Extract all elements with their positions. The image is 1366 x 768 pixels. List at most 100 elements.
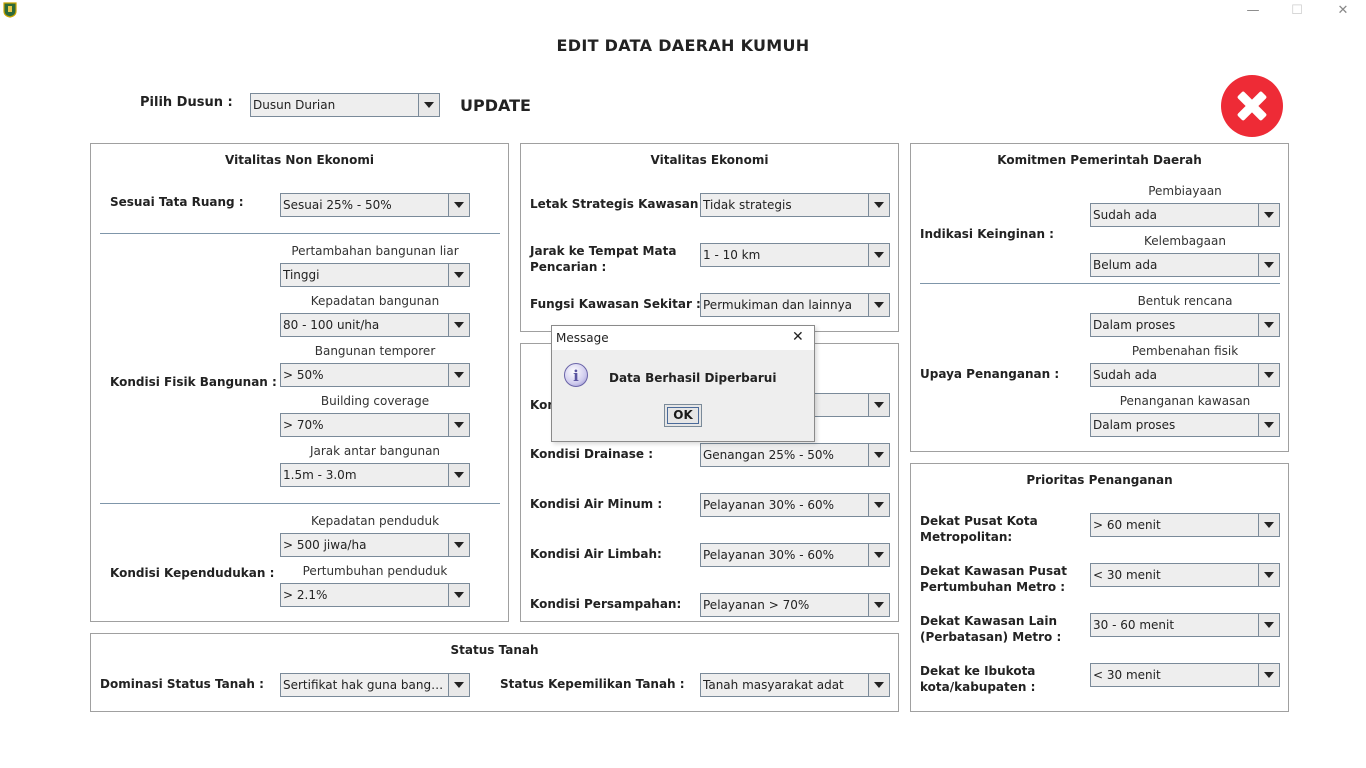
panel-title: Status Tanah <box>450 643 539 657</box>
select-value: < 30 menit <box>1093 668 1161 682</box>
kelembagaan-label: Kelembagaan <box>1144 234 1226 248</box>
kepadatan-select[interactable]: 80 - 100 unit/ha <box>280 313 470 337</box>
kepadatan-penduduk-select[interactable]: > 500 jiwa/ha <box>280 533 470 557</box>
liar-select[interactable]: Tinggi <box>280 263 470 287</box>
status-kepemilikan-select[interactable]: Tanah masyarakat adat <box>700 673 890 697</box>
select-value: Tinggi <box>283 268 320 282</box>
chevron-down-icon[interactable] <box>448 314 469 336</box>
select-value: > 50% <box>283 368 324 382</box>
ok-button[interactable]: OK <box>664 404 702 427</box>
chevron-down-icon[interactable] <box>448 534 469 556</box>
maximize-icon[interactable]: ☐ <box>1285 2 1309 20</box>
chevron-down-icon[interactable] <box>448 364 469 386</box>
dialog-close-icon[interactable]: ✕ <box>792 329 804 345</box>
jarak-mata-pencarian-select[interactable]: 1 - 10 km <box>700 243 890 267</box>
coverage-label: Building coverage <box>320 394 430 408</box>
pilih-dusun-label: Pilih Dusun : <box>140 95 233 110</box>
chevron-down-icon[interactable] <box>1258 204 1279 226</box>
chevron-down-icon[interactable] <box>868 674 889 696</box>
chevron-down-icon[interactable] <box>448 414 469 436</box>
bentuk-rencana-select[interactable]: Dalam proses <box>1090 313 1280 337</box>
chevron-down-icon[interactable] <box>868 594 889 616</box>
chevron-down-icon[interactable] <box>448 584 469 606</box>
select-value: 1.5m - 3.0m <box>283 468 357 482</box>
letak-strategis-select[interactable]: Tidak strategis <box>700 193 890 217</box>
chevron-down-icon[interactable] <box>868 294 889 316</box>
chevron-down-icon[interactable] <box>868 394 889 416</box>
pusat-kota-select[interactable]: > 60 menit <box>1090 513 1280 537</box>
kelembagaan-select[interactable]: Belum ada <box>1090 253 1280 277</box>
letak-strategis-label: Letak Strategis Kawasan : <box>530 197 708 211</box>
chevron-down-icon[interactable] <box>1258 414 1279 436</box>
air-limbah-select[interactable]: Pelayanan 30% - 60% <box>700 543 890 567</box>
fungsi-kawasan-select[interactable]: Permukiman dan lainnya <box>700 293 890 317</box>
chevron-down-icon[interactable] <box>868 544 889 566</box>
kawasan-lain-select[interactable]: 30 - 60 menit <box>1090 613 1280 637</box>
select-value: Pelayanan 30% - 60% <box>703 498 835 512</box>
persampahan-select[interactable]: Pelayanan > 70% <box>700 593 890 617</box>
kawasan-pusat-label-2: Pertumbuhan Metro : <box>920 580 1066 594</box>
message-dialog: Message ✕ i Data Berhasil Diperbarui OK <box>551 325 815 442</box>
chevron-down-icon[interactable] <box>1258 514 1279 536</box>
dominasi-status-select[interactable]: Sertifikat hak guna bangu... <box>280 673 470 697</box>
chevron-down-icon[interactable] <box>448 674 469 696</box>
pusat-kota-label: Dekat Pusat Kota <box>920 514 1038 528</box>
status-kepemilikan-label: Status Kepemilikan Tanah : <box>500 677 685 691</box>
select-value: Sudah ada <box>1093 208 1157 222</box>
chevron-down-icon[interactable] <box>868 244 889 266</box>
indikasi-keinginan-label: Indikasi Keinginan : <box>920 227 1054 241</box>
minimize-icon[interactable]: — <box>1241 2 1265 20</box>
kawasan-lain-label: Dekat Kawasan Lain <box>920 614 1058 628</box>
dusun-select[interactable]: Dusun Durian <box>250 93 440 117</box>
chevron-down-icon[interactable] <box>868 494 889 516</box>
select-value: Genangan 25% - 50% <box>703 448 834 462</box>
chevron-down-icon[interactable] <box>1258 314 1279 336</box>
select-value: Dalam proses <box>1093 318 1176 332</box>
kawasan-pusat-select[interactable]: < 30 menit <box>1090 563 1280 587</box>
select-value: Belum ada <box>1093 258 1158 272</box>
chevron-down-icon[interactable] <box>448 464 469 486</box>
close-window-icon[interactable]: ✕ <box>1331 2 1355 20</box>
jarak-mata-pencarian-label-2: Pencarian : <box>530 260 607 274</box>
chevron-down-icon[interactable] <box>868 194 889 216</box>
kependudukan-label: Kondisi Kependudukan : <box>110 566 275 580</box>
divider <box>100 503 500 504</box>
bentuk-rencana-label: Bentuk rencana <box>1137 294 1233 308</box>
ibukota-select[interactable]: < 30 menit <box>1090 663 1280 687</box>
select-value: > 500 jiwa/ha <box>283 538 367 552</box>
persampahan-label: Kondisi Persampahan: <box>530 597 682 611</box>
jarak-bangunan-label: Jarak antar bangunan <box>309 444 441 458</box>
pembenahan-fisik-select[interactable]: Sudah ada <box>1090 363 1280 387</box>
chevron-down-icon[interactable] <box>1258 564 1279 586</box>
chevron-down-icon[interactable] <box>1258 254 1279 276</box>
info-icon: i <box>564 363 588 387</box>
select-value: Permukiman dan lainnya <box>703 298 853 312</box>
close-form-button[interactable] <box>1221 75 1283 137</box>
chevron-down-icon[interactable] <box>448 194 469 216</box>
coverage-select[interactable]: > 70% <box>280 413 470 437</box>
tata-ruang-select[interactable]: Sesuai 25% - 50% <box>280 193 470 217</box>
select-value: Tidak strategis <box>703 198 792 212</box>
air-minum-select[interactable]: Pelayanan 30% - 60% <box>700 493 890 517</box>
dusun-select-value: Dusun Durian <box>253 98 336 112</box>
jarak-bangunan-select[interactable]: 1.5m - 3.0m <box>280 463 470 487</box>
temporer-select[interactable]: > 50% <box>280 363 470 387</box>
chevron-down-icon[interactable] <box>1258 614 1279 636</box>
chevron-down-icon[interactable] <box>418 94 439 116</box>
upaya-penanganan-label: Upaya Penanganan : <box>920 367 1060 381</box>
dialog-message: Data Berhasil Diperbarui <box>609 371 777 385</box>
pembiayaan-select[interactable]: Sudah ada <box>1090 203 1280 227</box>
select-value: Pelayanan > 70% <box>703 598 810 612</box>
drainase-select[interactable]: Genangan 25% - 50% <box>700 443 890 467</box>
select-value: Pelayanan 30% - 60% <box>703 548 835 562</box>
select-value: Sesuai 25% - 50% <box>283 198 392 212</box>
pertumbuhan-select[interactable]: > 2.1% <box>280 583 470 607</box>
chevron-down-icon[interactable] <box>1258 664 1279 686</box>
chevron-down-icon[interactable] <box>448 264 469 286</box>
penanganan-kawasan-select[interactable]: Dalam proses <box>1090 413 1280 437</box>
update-button[interactable]: UPDATE <box>460 96 531 116</box>
info-symbol: i <box>573 367 579 385</box>
chevron-down-icon[interactable] <box>868 444 889 466</box>
chevron-down-icon[interactable] <box>1258 364 1279 386</box>
dominasi-status-label: Dominasi Status Tanah : <box>100 677 264 691</box>
